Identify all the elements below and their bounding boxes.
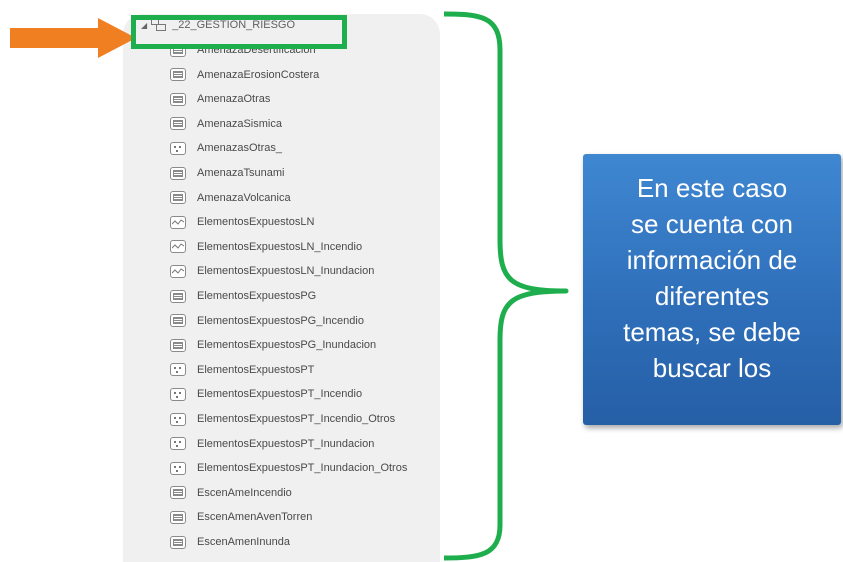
layer-item[interactable]: ElementosExpuestosPG_Incendio <box>170 312 364 330</box>
layer-item[interactable]: ElementosExpuestosLN_Incendio <box>170 238 362 256</box>
callout-text: En este caso se cuenta con información d… <box>583 170 841 386</box>
layer-name: AmenazaVolcanica <box>197 191 291 204</box>
raster-layer-icon <box>170 191 186 205</box>
callout-line: información de <box>626 245 798 275</box>
layer-name: AmenazaTsunami <box>197 167 285 179</box>
layer-name: ElementosExpuestosLN <box>197 216 315 229</box>
raster-layer-icon <box>170 314 186 328</box>
dataset-highlight-box <box>131 15 347 49</box>
layer-item[interactable]: AmenazaErosionCostera <box>170 66 319 84</box>
point-layer-icon <box>170 461 186 475</box>
layer-item[interactable]: ElementosExpuestosPG_Inundacion <box>170 336 376 354</box>
layer-item[interactable]: AmenazasOtras_ <box>170 139 282 157</box>
layer-name: EscenAmenInunda <box>197 536 290 548</box>
raster-layer-icon <box>170 92 186 106</box>
layer-item[interactable]: ElementosExpuestosPT_Inundacion <box>170 435 374 453</box>
point-layer-icon <box>170 141 186 155</box>
raster-layer-icon <box>170 166 186 180</box>
callout-line: En este caso <box>636 173 788 203</box>
layer-name: ElementosExpuestosPT_Inundacion_Otros <box>197 462 408 475</box>
raster-layer-icon <box>170 510 186 524</box>
right-brace <box>443 11 569 561</box>
raster-layer-icon <box>170 117 186 131</box>
point-layer-icon <box>170 387 186 401</box>
line-layer-icon <box>170 240 186 254</box>
line-layer-icon <box>170 215 186 229</box>
layer-item[interactable]: ElementosExpuestosLN_Inundacion <box>170 262 374 280</box>
layer-item[interactable]: ElementosExpuestosPG <box>170 287 316 305</box>
layer-item[interactable]: AmenazaSismica <box>170 115 282 133</box>
layer-name: ElementosExpuestosPT <box>197 363 315 376</box>
raster-layer-icon <box>170 338 186 352</box>
layer-item[interactable]: AmenazaVolcanica <box>170 189 291 207</box>
layer-item[interactable]: EscenAmeIncendio <box>170 484 292 502</box>
layer-item[interactable]: ElementosExpuestosPT <box>170 361 314 379</box>
callout-box: En este caso se cuenta con información d… <box>583 154 841 425</box>
layer-item[interactable]: ElementosExpuestosPT_Incendio_Otros <box>170 410 395 428</box>
layer-name: AmenazaOtras <box>197 93 271 106</box>
layer-name: ElementosExpuestosPG_Incendio <box>197 314 364 327</box>
layer-item[interactable]: AmenazaTsunami <box>170 164 284 182</box>
layer-name: ElementosExpuestosPT_Incendio <box>197 388 363 401</box>
raster-layer-icon <box>170 535 186 549</box>
layer-item[interactable]: EscenAmenInunda <box>170 533 290 551</box>
layer-name: AmenazasOtras_ <box>197 142 282 155</box>
layer-name: AmenazaErosionCostera <box>197 68 320 81</box>
layer-name: EscenAmenAvenTorren <box>197 511 313 524</box>
callout-line: temas, se debe <box>623 317 801 347</box>
layer-name: EscenAmeIncendio <box>197 486 292 499</box>
layer-name: ElementosExpuestosPT_Inundacion <box>197 437 375 450</box>
layer-name: ElementosExpuestosPG_Inundacion <box>197 339 377 352</box>
callout-line: buscar los <box>652 353 772 383</box>
layer-item[interactable]: ElementosExpuestosLN <box>170 213 314 231</box>
orange-arrow-icon <box>10 18 136 58</box>
layer-name: ElementosExpuestosPT_Incendio_Otros <box>197 413 396 425</box>
callout-line: se cuenta con <box>631 209 793 239</box>
raster-layer-icon <box>170 486 186 500</box>
point-layer-icon <box>170 437 186 451</box>
callout-line: diferentes <box>654 281 770 311</box>
layer-name: ElementosExpuestosLN_Incendio <box>197 240 363 253</box>
layer-name: ElementosExpuestosPG <box>197 290 317 302</box>
layer-name: AmenazaSismica <box>197 117 282 130</box>
layer-item[interactable]: AmenazaOtras <box>170 90 270 108</box>
raster-layer-icon <box>170 68 186 82</box>
layer-item[interactable]: EscenAmenAvenTorren <box>170 508 312 526</box>
point-layer-icon <box>170 412 186 426</box>
layer-item[interactable]: ElementosExpuestosPT_Incendio <box>170 385 362 403</box>
layer-item[interactable]: ElementosExpuestosPT_Inundacion_Otros <box>170 459 407 477</box>
point-layer-icon <box>170 363 186 377</box>
line-layer-icon <box>170 264 186 278</box>
raster-layer-icon <box>170 289 186 303</box>
layer-name: ElementosExpuestosLN_Inundacion <box>197 265 375 278</box>
